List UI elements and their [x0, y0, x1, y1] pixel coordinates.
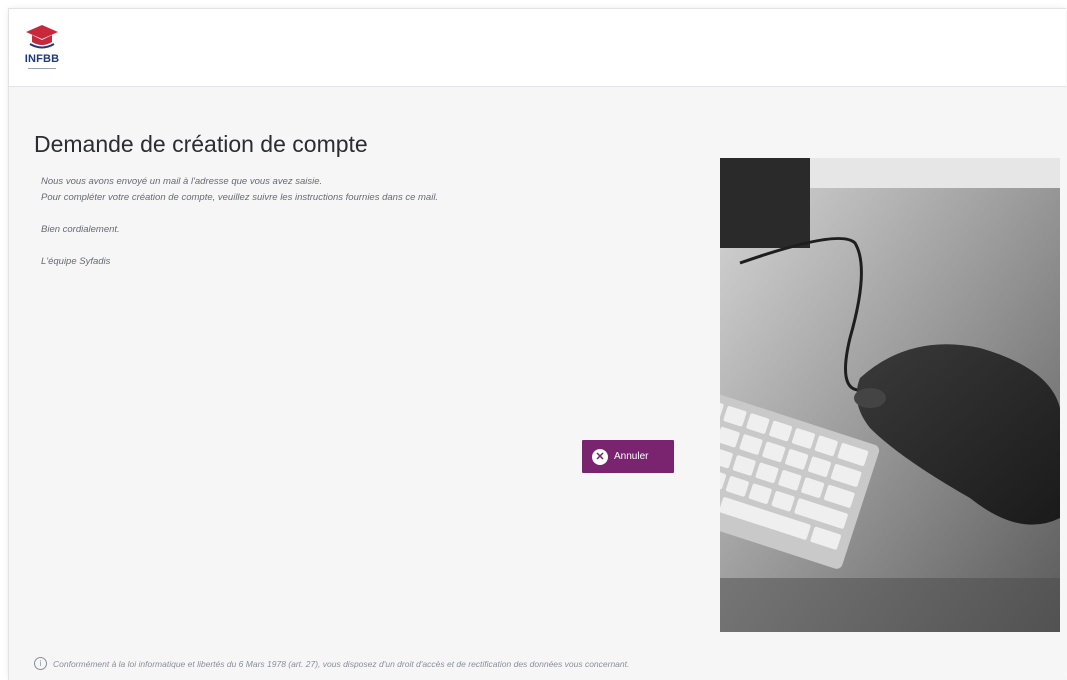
privacy-footer-note: i Conformément à la loi informatique et … — [34, 657, 1054, 670]
page-title: Demande de création de compte — [34, 131, 368, 158]
keyboard-mouse-photo — [720, 158, 1060, 632]
message-line: L'équipe Syfadis — [41, 256, 111, 267]
header: INFBB — [9, 9, 1066, 87]
confirmation-message: Nous vous avons envoyé un mail à l'adres… — [41, 174, 681, 270]
cancel-button[interactable]: ✕ Annuler — [582, 440, 674, 473]
logo-underline — [28, 68, 56, 69]
message-line: Pour compléter votre création de compte,… — [41, 192, 439, 203]
logo-text: INFBB — [24, 53, 60, 65]
info-icon: i — [34, 657, 47, 670]
close-circle-icon: ✕ — [592, 448, 608, 465]
keyboard-mouse-illustration — [720, 158, 1060, 632]
message-line: Bien cordialement. — [41, 224, 120, 235]
privacy-note-text: Conformément à la loi informatique et li… — [53, 658, 630, 669]
message-line: Nous vous avons envoyé un mail à l'adres… — [41, 176, 323, 187]
page-frame: INFBB Demande de création de compte Nous… — [8, 8, 1066, 680]
cancel-button-label: Annuler — [614, 451, 649, 462]
infbb-logo[interactable]: INFBB — [24, 23, 60, 75]
graduation-cap-icon — [26, 25, 58, 49]
